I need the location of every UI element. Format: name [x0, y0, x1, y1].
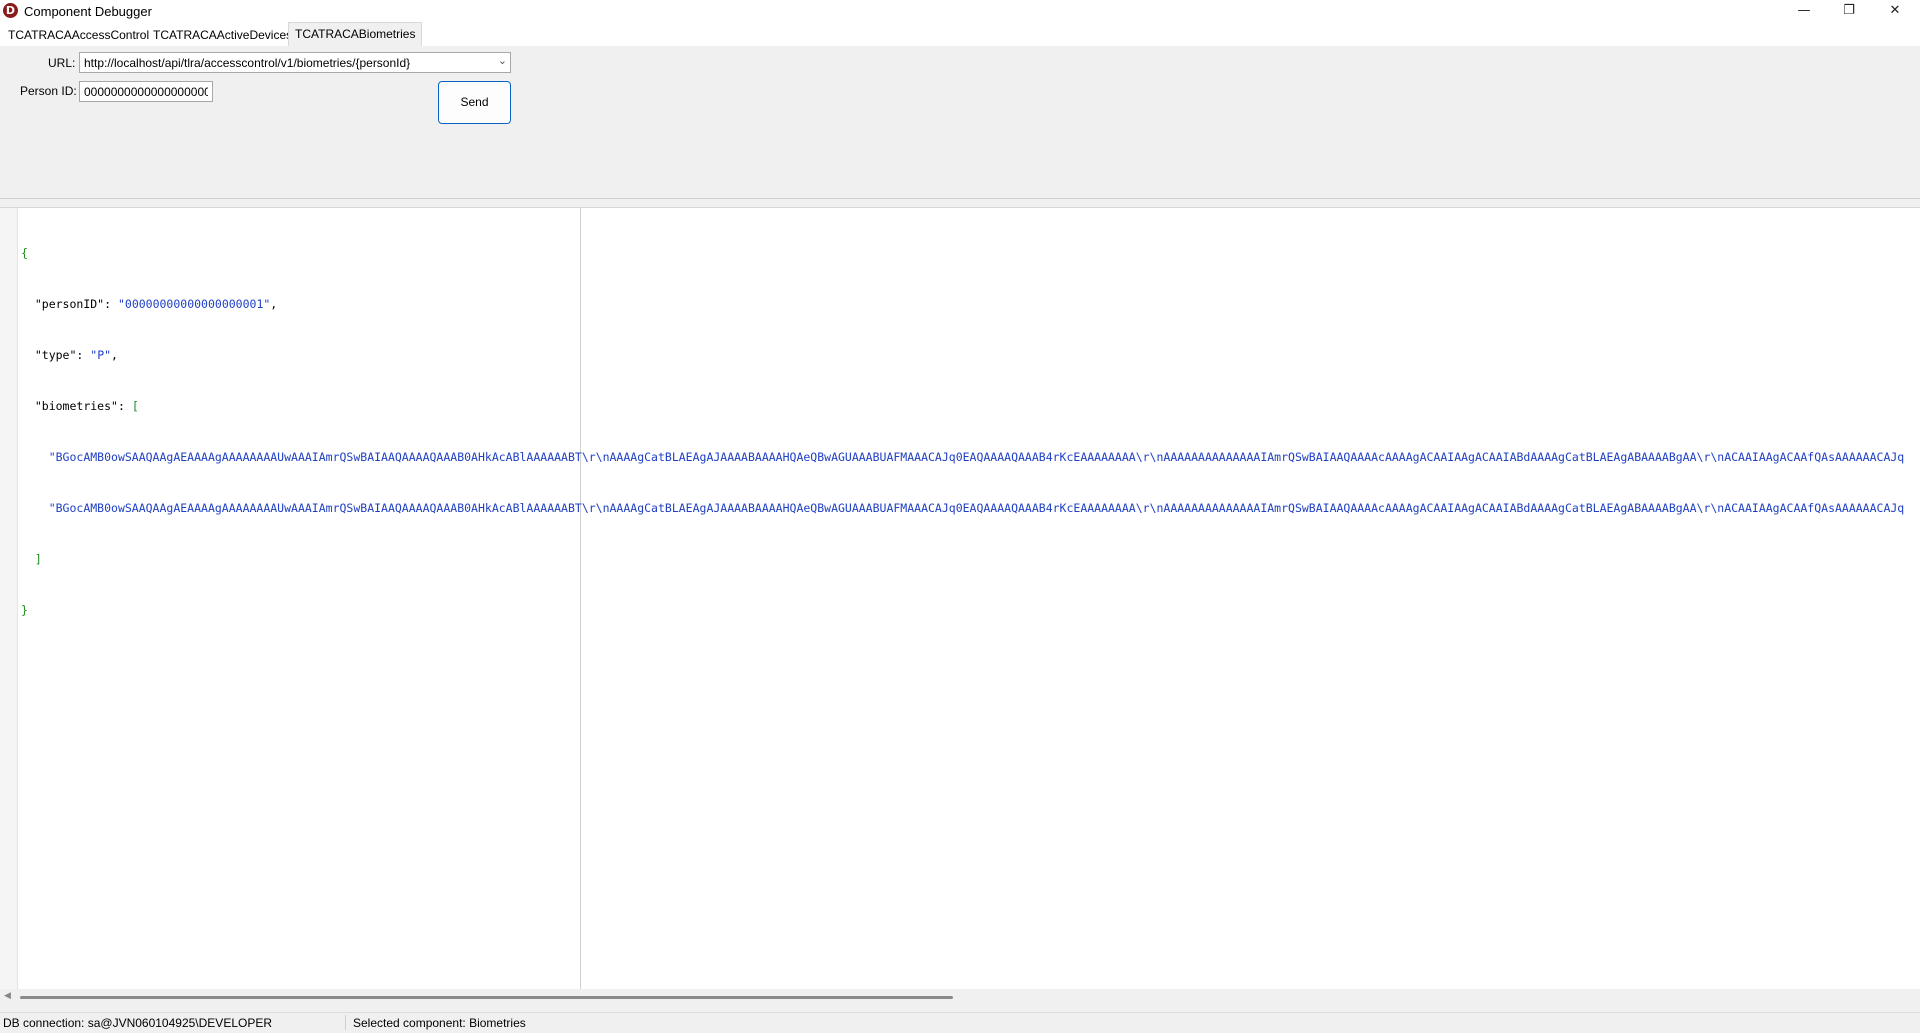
request-panel: URL: http://localhost/api/tlra/accesscon…: [0, 46, 1920, 199]
json-brace: }: [21, 603, 28, 617]
json-string: "00000000000000000001": [117, 297, 271, 311]
json-line: "BGocAMB0owSAAQAAgAEAAAAgAAAAAAAAUwAAAIA…: [21, 449, 1905, 466]
json-bracket: ]: [34, 552, 42, 566]
restore-button[interactable]: ❐: [1826, 0, 1872, 22]
json-string: "BGocAMB0owSAAQAAgAEAAAAgAAAAAAAAUwAAAIA…: [48, 501, 1905, 515]
scrollbar-thumb[interactable]: [20, 996, 953, 999]
tab-biometries[interactable]: TCATRACABiometries: [288, 22, 423, 46]
url-label: URL:: [48, 56, 76, 70]
close-button[interactable]: ✕: [1872, 0, 1918, 22]
editor-gutter: [0, 208, 18, 990]
minimize-button[interactable]: —: [1781, 0, 1827, 22]
json-brace: {: [21, 246, 28, 260]
json-code: { "personID": "00000000000000000001", "t…: [21, 211, 1904, 653]
tab-strip: TCATRACAAccessControl TCATRACAActiveDevi…: [0, 22, 1920, 46]
tab-active-devices[interactable]: TCATRACAActiveDevices: [147, 25, 298, 45]
url-select[interactable]: http://localhost/api/tlra/accesscontrol/…: [79, 52, 511, 73]
selected-component-status: Selected component: Biometries: [353, 1016, 526, 1030]
chevron-down-icon[interactable]: ⌄: [498, 54, 507, 67]
scroll-left-icon[interactable]: ◀: [4, 991, 11, 1001]
json-line: "BGocAMB0owSAAQAAgAEAAAAgAAAAAAAAUwAAAIA…: [21, 500, 1905, 517]
person-id-input[interactable]: [79, 81, 213, 102]
json-key: "biometries": [34, 399, 118, 413]
json-line: ]: [21, 551, 1904, 568]
json-string: "BGocAMB0owSAAQAAgAEAAAAgAAAAAAAAUwAAAIA…: [48, 450, 1905, 464]
person-id-label: Person ID:: [20, 84, 77, 98]
json-line: }: [21, 602, 1904, 619]
window-title: Component Debugger: [24, 4, 152, 19]
response-viewer[interactable]: { "personID": "00000000000000000001", "t…: [0, 207, 1920, 990]
tab-access-control[interactable]: TCATRACAAccessControl: [2, 25, 155, 45]
json-line: {: [21, 245, 1904, 262]
json-line: "type": "P",: [34, 348, 118, 362]
json-bracket: [: [131, 399, 139, 413]
app-logo-icon: D: [3, 3, 18, 18]
json-string: "P": [90, 348, 112, 362]
status-bar: DB connection: sa@JVN060104925\DEVELOPER…: [0, 1012, 1920, 1033]
status-divider: [345, 1015, 346, 1030]
json-line: "biometries": [: [34, 399, 139, 413]
title-bar: D Component Debugger — ❐ ✕: [0, 0, 1920, 22]
send-button[interactable]: Send: [438, 81, 511, 124]
json-key: "type": [34, 348, 77, 362]
json-key: "personID": [34, 297, 105, 311]
url-value: http://localhost/api/tlra/accesscontrol/…: [84, 56, 411, 70]
horizontal-scrollbar[interactable]: ◀: [0, 989, 1920, 1006]
json-line: "personID": "00000000000000000001",: [34, 297, 278, 311]
db-connection-status: DB connection: sa@JVN060104925\DEVELOPER: [3, 1016, 272, 1030]
